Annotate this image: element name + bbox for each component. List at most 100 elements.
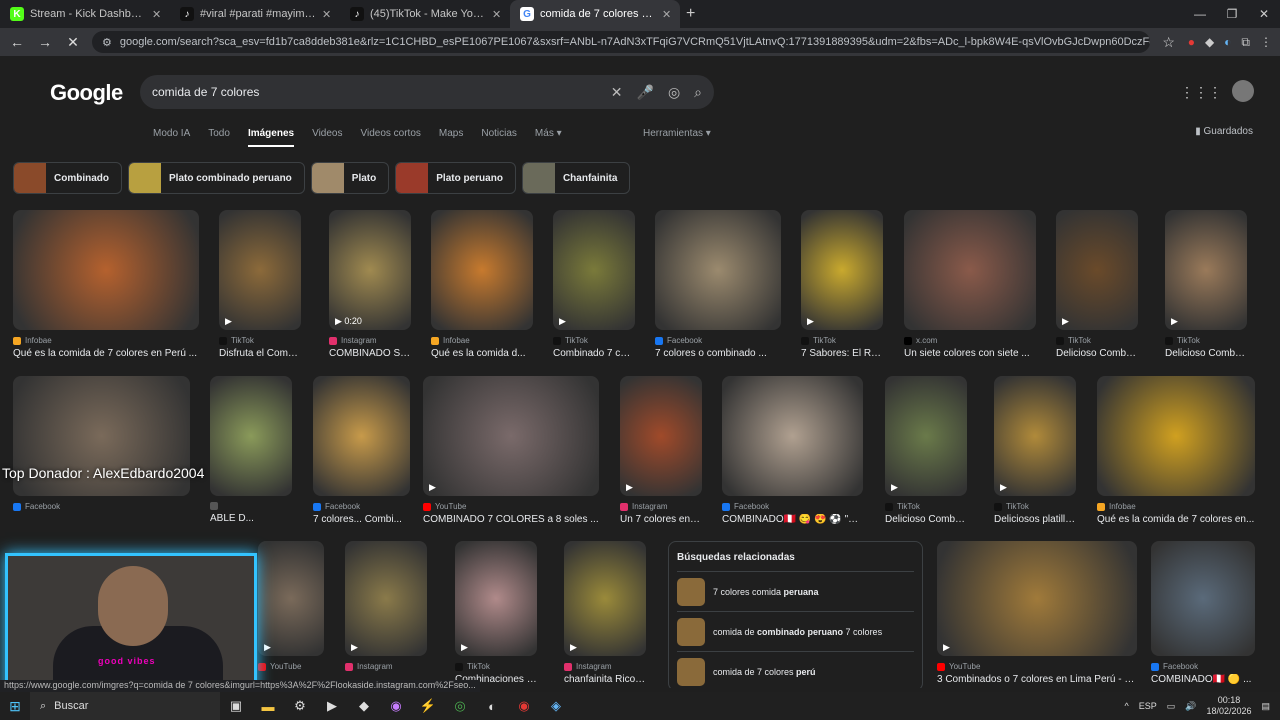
app-icon[interactable]: ▶ (316, 698, 348, 714)
result-title[interactable]: Un siete colores con siete ... (904, 348, 1036, 359)
result-title[interactable]: Qué es la comida de 7 colores en Perú ..… (13, 348, 199, 359)
result-thumbnail[interactable] (431, 210, 533, 330)
result-title[interactable]: Un 7 colores en Ar... (620, 514, 702, 525)
app-icon[interactable]: ◆ (348, 698, 380, 714)
extension-icon[interactable]: ● (1188, 35, 1195, 50)
image-result[interactable]: ▶ Instagram (345, 541, 427, 674)
tab-close-icon[interactable]: ✕ (152, 8, 162, 21)
extension-icon[interactable]: ◆ (1205, 35, 1214, 50)
site-info-icon[interactable]: ⚙ (102, 36, 112, 49)
image-result[interactable]: ▶ YouTube (258, 541, 324, 674)
result-thumbnail[interactable] (553, 210, 635, 330)
image-result[interactable]: ▶ TikTok Disfruta el Combin... (219, 210, 301, 359)
camera-icon[interactable]: ◎ (668, 84, 680, 101)
app-icon[interactable]: ◉ (380, 698, 412, 714)
result-title[interactable]: 7 colores o combinado ... (655, 348, 781, 359)
clear-icon[interactable]: ✕ (611, 84, 623, 101)
tools-button[interactable]: Herramientas ▾ (643, 128, 711, 139)
result-title[interactable]: COMBINADO🇵🇪 🟡 ... (1151, 674, 1255, 685)
nav-item[interactable]: Noticias (481, 128, 517, 147)
browser-tab[interactable]: ♪ (45)TikTok - Make Your Day ✕ (340, 0, 510, 28)
result-thumbnail[interactable] (937, 541, 1137, 656)
close-window-icon[interactable]: ✕ (1248, 7, 1280, 21)
filter-chip[interactable]: Combinado (13, 162, 122, 194)
filter-chip[interactable]: Plato peruano (395, 162, 516, 194)
result-thumbnail[interactable] (620, 376, 702, 496)
notifications-icon[interactable]: ▤ (1261, 701, 1270, 712)
result-thumbnail[interactable] (313, 376, 410, 496)
filter-chip[interactable]: Plato (310, 162, 390, 194)
image-result[interactable]: Facebook (13, 376, 190, 514)
related-search-item[interactable]: 7 colores comida peruana (677, 571, 914, 611)
image-result[interactable]: ▶ TikTok Delicioso Combina... (1165, 210, 1247, 359)
avatar[interactable] (1232, 80, 1254, 102)
nav-item[interactable]: Videos (312, 128, 342, 147)
filter-chip[interactable]: Plato combinado peruano (128, 162, 305, 194)
task-view-icon[interactable]: ▣ (220, 698, 252, 714)
result-title[interactable]: ABLE D... (210, 513, 292, 524)
image-result[interactable]: Facebook COMBINADO🇵🇪 🟡 ... (1151, 541, 1255, 685)
nav-item[interactable]: Videos cortos (360, 128, 420, 147)
result-thumbnail[interactable] (1097, 376, 1255, 496)
result-thumbnail[interactable] (1151, 541, 1255, 656)
nav-item[interactable]: Modo IA (153, 128, 190, 147)
volume-icon[interactable]: 🔊 (1185, 701, 1196, 712)
result-title[interactable]: 7 Sabores: El Rey ... (801, 348, 883, 359)
image-result[interactable]: ▶ YouTube COMBINADO 7 COLORES a 8 soles ..… (423, 376, 599, 525)
result-title[interactable]: Qué es la comida de 7 colores en... (1097, 514, 1255, 525)
chrome-icon[interactable]: ◎ (444, 698, 476, 714)
result-thumbnail[interactable] (564, 541, 646, 656)
puzzle-icon[interactable]: ⧉ (1241, 35, 1250, 50)
image-result[interactable]: Infobae Qué es la comida de 7 colores en … (13, 210, 199, 359)
filter-chip[interactable]: Chanfainita (521, 162, 631, 194)
network-icon[interactable]: ▭ (1167, 701, 1176, 712)
result-thumbnail[interactable] (1165, 210, 1247, 330)
image-result[interactable]: ▶ TikTok 7 Sabores: El Rey ... (801, 210, 883, 359)
tab-close-icon[interactable]: ✕ (492, 8, 502, 21)
app-icon[interactable]: ◈ (540, 698, 572, 714)
image-result[interactable]: ABLE D... (210, 376, 292, 524)
result-title[interactable]: Deliciosos platillos ... (994, 514, 1076, 525)
result-thumbnail[interactable] (210, 376, 292, 496)
file-explorer-icon[interactable]: ▬ (252, 699, 284, 714)
menu-dots-icon[interactable]: ⋮ (1260, 35, 1272, 50)
image-result[interactable]: Facebook 7 colores... Combi... (313, 376, 410, 525)
related-search-item[interactable]: comida de 7 colores perú (677, 651, 914, 688)
image-result[interactable]: ▶ TikTok Delicioso Combina... (885, 376, 967, 525)
result-thumbnail[interactable] (13, 210, 199, 330)
nav-item[interactable]: Maps (439, 128, 463, 147)
back-icon[interactable]: ← (8, 34, 26, 50)
google-logo[interactable]: Google (50, 80, 123, 106)
saved-button[interactable]: ▮ Guardados (1195, 126, 1253, 137)
result-thumbnail[interactable] (423, 376, 599, 496)
result-thumbnail[interactable] (219, 210, 301, 330)
tab-close-icon[interactable]: ✕ (662, 8, 672, 21)
result-title[interactable]: Disfruta el Combin... (219, 348, 301, 359)
browser-tab[interactable]: Gcomida de 7 colores - Buscar c ✕ (510, 0, 680, 28)
microphone-icon[interactable]: 🎤 (637, 84, 654, 101)
image-result[interactable]: ▶ TikTok Deliciosos platillos ... (994, 376, 1076, 525)
result-title[interactable]: chanfainita Rico co... (564, 674, 646, 685)
result-title[interactable]: COMBINADO 7 COLORES a 8 soles ... (423, 514, 599, 525)
result-thumbnail[interactable] (994, 376, 1076, 496)
image-result[interactable]: ▶ TikTok Combinado 7 color... (553, 210, 635, 359)
result-thumbnail[interactable] (258, 541, 324, 656)
image-result[interactable]: Infobae Qué es la comida d... (431, 210, 533, 359)
extension-icon[interactable]: ◐ (1224, 35, 1231, 50)
minimize-icon[interactable]: — (1184, 7, 1216, 21)
result-thumbnail[interactable] (722, 376, 863, 496)
result-thumbnail[interactable] (345, 541, 427, 656)
image-result[interactable]: ▶ Instagram Un 7 colores en Ar... (620, 376, 702, 525)
nav-item[interactable]: Todo (208, 128, 230, 147)
language-indicator[interactable]: ESP (1139, 701, 1157, 711)
new-tab-icon[interactable]: + (686, 5, 695, 23)
result-thumbnail[interactable] (329, 210, 411, 330)
image-result[interactable]: ▶ 0:20 Instagram COMBINADO SIE... (329, 210, 411, 359)
forward-icon[interactable]: → (36, 34, 54, 50)
result-title[interactable]: Qué es la comida d... (431, 348, 533, 359)
search-input[interactable]: comida de 7 colores (152, 85, 597, 99)
result-title[interactable]: COMBINADO🇵🇪 😋 😍 ⚽ "La ... (722, 514, 863, 525)
result-title[interactable]: 7 colores... Combi... (313, 514, 410, 525)
maximize-icon[interactable]: ❐ (1216, 7, 1248, 21)
app-icon[interactable]: ◉ (508, 698, 540, 714)
